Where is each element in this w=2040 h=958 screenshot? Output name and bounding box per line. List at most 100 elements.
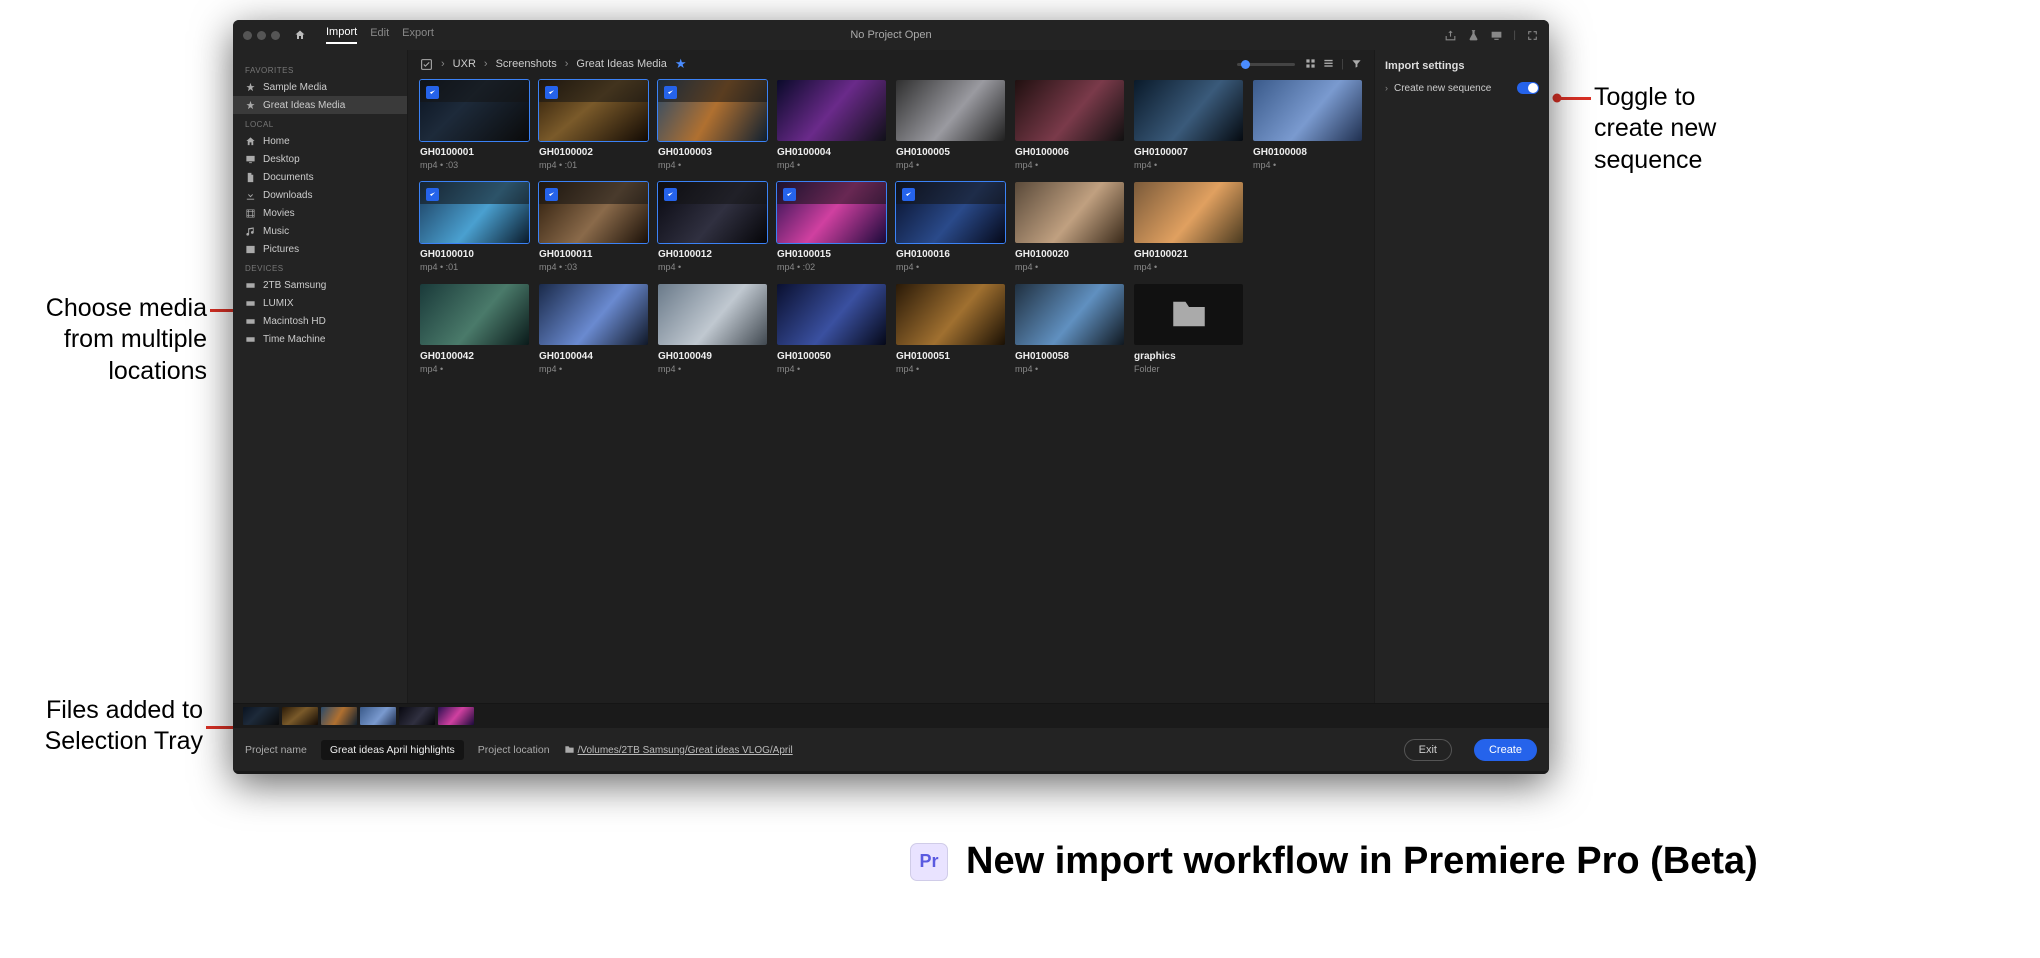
media-clip[interactable]: GH0100020 mp4 •	[1015, 182, 1124, 272]
checkbox-icon[interactable]	[545, 188, 558, 201]
sidebar-item[interactable]: Movies	[233, 204, 407, 222]
checkbox-icon[interactable]	[545, 86, 558, 99]
media-clip[interactable]: GH0100010 mp4 • :01	[420, 182, 529, 272]
media-clip[interactable]: GH0100044 mp4 •	[539, 284, 648, 374]
clip-meta: mp4 •	[777, 160, 886, 170]
tray-thumbnail[interactable]	[399, 707, 435, 725]
sidebar-item[interactable]: Documents	[233, 168, 407, 186]
media-clip[interactable]: GH0100051 mp4 •	[896, 284, 1005, 374]
clip-thumbnail[interactable]	[1134, 182, 1243, 243]
checkbox-icon[interactable]	[426, 188, 439, 201]
clip-thumbnail[interactable]	[539, 284, 648, 345]
thumbnail-size-slider[interactable]	[1237, 63, 1295, 66]
clip-thumbnail[interactable]	[1253, 80, 1362, 141]
clip-thumbnail[interactable]	[658, 182, 767, 243]
clip-thumbnail[interactable]	[658, 284, 767, 345]
tray-thumbnail[interactable]	[360, 707, 396, 725]
media-clip[interactable]: GH0100042 mp4 •	[420, 284, 529, 374]
media-clip[interactable]: GH0100021 mp4 •	[1134, 182, 1243, 272]
media-clip[interactable]: GH0100004 mp4 •	[777, 80, 886, 170]
media-clip[interactable]: GH0100050 mp4 •	[777, 284, 886, 374]
media-clip[interactable]: GH0100015 mp4 • :02	[777, 182, 886, 272]
media-clip[interactable]: GH0100016 mp4 •	[896, 182, 1005, 272]
clip-thumbnail[interactable]	[777, 284, 886, 345]
checkbox-icon[interactable]	[902, 188, 915, 201]
checkbox-icon[interactable]	[664, 86, 677, 99]
tab-edit[interactable]: Edit	[370, 27, 389, 43]
sidebar-item[interactable]: Macintosh HD	[233, 312, 407, 330]
media-clip[interactable]: GH0100011 mp4 • :03	[539, 182, 648, 272]
tray-thumbnail[interactable]	[321, 707, 357, 725]
sidebar-item[interactable]: Music	[233, 222, 407, 240]
media-clip[interactable]: GH0100002 mp4 • :01	[539, 80, 648, 170]
clip-thumbnail[interactable]	[1015, 80, 1124, 141]
clip-thumbnail[interactable]	[1015, 284, 1124, 345]
create-sequence-toggle[interactable]	[1517, 82, 1539, 94]
panel-row-create-sequence[interactable]: › Create new sequence	[1385, 82, 1539, 94]
tray-thumbnail[interactable]	[243, 707, 279, 725]
clip-thumbnail[interactable]	[420, 182, 529, 243]
crumb[interactable]: UXR	[453, 58, 476, 70]
sidebar-item[interactable]: 2TB Samsung	[233, 276, 407, 294]
grid-view-icon[interactable]	[1305, 58, 1316, 69]
checkbox-icon[interactable]	[783, 188, 796, 201]
clip-thumbnail[interactable]	[896, 80, 1005, 141]
folder-item[interactable]: graphics Folder	[1134, 284, 1243, 374]
clip-thumbnail[interactable]	[1134, 80, 1243, 141]
checkbox-icon[interactable]	[664, 188, 677, 201]
clip-thumbnail[interactable]	[658, 80, 767, 141]
sidebar-item[interactable]: Sample Media	[233, 78, 407, 96]
clip-thumbnail[interactable]	[896, 284, 1005, 345]
tab-export[interactable]: Export	[402, 27, 434, 43]
select-all-icon[interactable]	[420, 58, 433, 71]
sidebar-item[interactable]: Time Machine	[233, 330, 407, 348]
window-controls[interactable]	[243, 31, 280, 40]
clip-thumbnail[interactable]	[777, 80, 886, 141]
project-name-input[interactable]: Great ideas April highlights	[321, 740, 464, 760]
create-button[interactable]: Create	[1474, 739, 1537, 761]
workspace-icon[interactable]	[1490, 29, 1503, 42]
media-clip[interactable]: GH0100001 mp4 • :03	[420, 80, 529, 170]
favorite-star-icon[interactable]: ★	[675, 56, 687, 72]
share-icon[interactable]	[1444, 29, 1457, 42]
media-clip[interactable]: GH0100008 mp4 •	[1253, 80, 1362, 170]
sidebar-item-label: LUMIX	[263, 298, 294, 309]
sidebar-item[interactable]: Pictures	[233, 240, 407, 258]
clip-thumbnail[interactable]	[777, 182, 886, 243]
media-clip[interactable]: GH0100007 mp4 •	[1134, 80, 1243, 170]
media-clip[interactable]: GH0100058 mp4 •	[1015, 284, 1124, 374]
clip-thumbnail[interactable]	[1015, 182, 1124, 243]
fullscreen-icon[interactable]	[1526, 29, 1539, 42]
project-location-link[interactable]: /Volumes/2TB Samsung/Great ideas VLOG/Ap…	[564, 744, 793, 756]
media-clip[interactable]: GH0100003 mp4 •	[658, 80, 767, 170]
clip-thumbnail[interactable]	[420, 80, 529, 141]
drive-icon	[245, 280, 256, 291]
exit-button[interactable]: Exit	[1404, 739, 1452, 761]
filter-icon[interactable]	[1351, 58, 1362, 69]
sidebar-item[interactable]: Home	[233, 132, 407, 150]
sidebar-item[interactable]: Downloads	[233, 186, 407, 204]
media-clip[interactable]: GH0100049 mp4 •	[658, 284, 767, 374]
clip-thumbnail[interactable]	[1134, 284, 1243, 345]
tray-thumbnail[interactable]	[282, 707, 318, 725]
sidebar-item[interactable]: Desktop	[233, 150, 407, 168]
media-clip[interactable]: GH0100006 mp4 •	[1015, 80, 1124, 170]
selection-tray[interactable]	[233, 703, 1549, 728]
clip-thumbnail[interactable]	[896, 182, 1005, 243]
sidebar-item-label: Home	[263, 136, 290, 147]
clip-thumbnail[interactable]	[539, 182, 648, 243]
list-view-icon[interactable]	[1323, 58, 1334, 69]
sidebar-item[interactable]: Great Ideas Media	[233, 96, 407, 114]
checkbox-icon[interactable]	[426, 86, 439, 99]
media-clip[interactable]: GH0100005 mp4 •	[896, 80, 1005, 170]
crumb[interactable]: Great Ideas Media	[576, 58, 667, 70]
sidebar-item[interactable]: LUMIX	[233, 294, 407, 312]
home-icon[interactable]	[294, 29, 306, 41]
beaker-icon[interactable]	[1467, 29, 1480, 42]
clip-thumbnail[interactable]	[420, 284, 529, 345]
tray-thumbnail[interactable]	[438, 707, 474, 725]
crumb[interactable]: Screenshots	[496, 58, 557, 70]
media-clip[interactable]: GH0100012 mp4 •	[658, 182, 767, 272]
clip-thumbnail[interactable]	[539, 80, 648, 141]
tab-import[interactable]: Import	[326, 26, 357, 44]
